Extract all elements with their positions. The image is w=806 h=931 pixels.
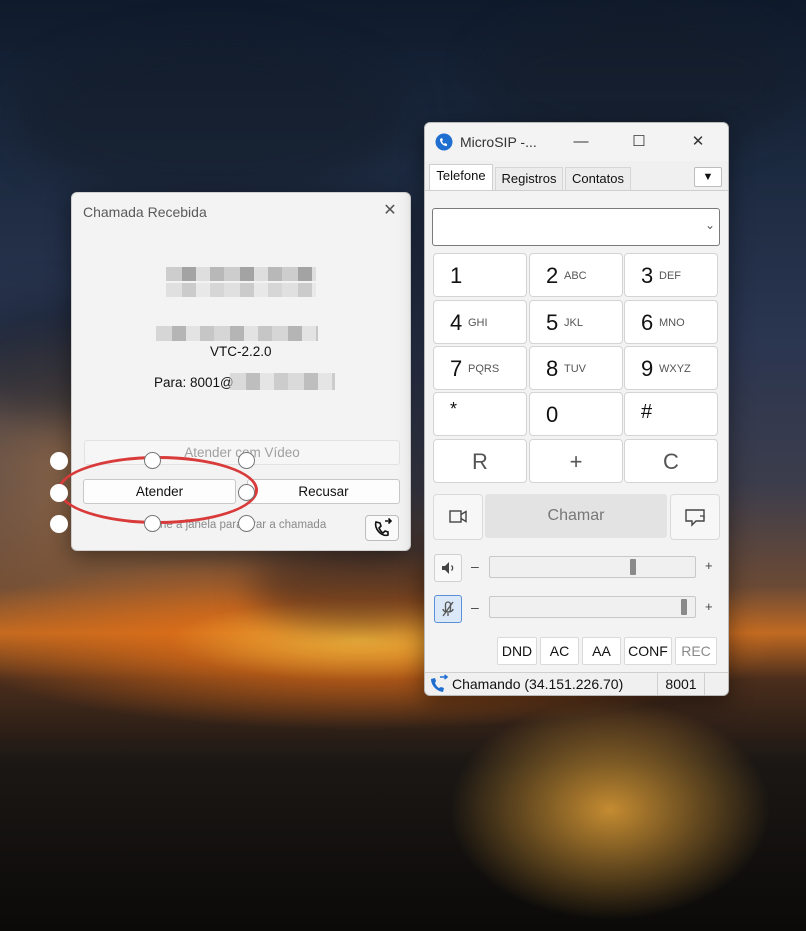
microphone-button[interactable] (434, 595, 462, 623)
speaker-minus: – (471, 558, 479, 574)
tab-contatos[interactable]: Contatos (565, 167, 631, 192)
auto-answer-button[interactable]: AA (582, 637, 621, 665)
key-2[interactable]: 2 ABC (529, 253, 623, 297)
speaker-button[interactable] (434, 554, 462, 582)
window-title: MicroSIP -... (460, 134, 537, 150)
key-7[interactable]: 7 PQRS (433, 346, 527, 390)
key-redial[interactable]: R (433, 439, 527, 483)
key-9[interactable]: 9 WXYZ (624, 346, 718, 390)
background-cloud (20, 40, 400, 200)
title-bar: MicroSIP -... — ☐ ✕ (425, 123, 728, 161)
tab-telefone[interactable]: Telefone (429, 164, 493, 192)
to-domain-redacted (230, 373, 335, 390)
selection-handle[interactable] (50, 515, 68, 533)
key-8[interactable]: 8 TUV (529, 346, 623, 390)
key-6[interactable]: 6 MNO (624, 300, 718, 344)
tab-registros[interactable]: Registros (495, 167, 563, 192)
mic-volume-slider[interactable] (489, 596, 696, 618)
selection-handle[interactable] (238, 515, 255, 532)
dialog-title: Chamada Recebida (83, 204, 207, 220)
speaker-icon (442, 562, 454, 574)
caller-name-redacted (166, 283, 316, 297)
tab-bar: Telefone Registros Contatos ▼ (425, 161, 728, 192)
chevron-down-icon[interactable]: ⌄ (705, 218, 715, 232)
key-4[interactable]: 4 GHI (433, 300, 527, 344)
microsip-logo-icon (435, 133, 453, 151)
key-star[interactable]: * (433, 392, 527, 436)
dnd-button[interactable]: DND (497, 637, 537, 665)
selection-handle[interactable] (50, 452, 68, 470)
call-button[interactable]: Chamar (485, 494, 667, 538)
caller-address-redacted (156, 326, 318, 341)
key-1[interactable]: 1 (433, 253, 527, 297)
key-clear[interactable]: C (624, 439, 718, 483)
dial-number-input[interactable]: ⌄ (432, 208, 720, 246)
message-button[interactable] (670, 494, 720, 540)
mic-plus: + (705, 599, 713, 614)
incoming-call-dialog: Chamada Recebida ✕ VTC-2.2.0 Para: 8001@… (50, 192, 411, 551)
video-camera-icon (449, 510, 467, 523)
selection-handle[interactable] (238, 452, 255, 469)
maximize-icon[interactable]: ☐ (619, 131, 659, 153)
selection-handle[interactable] (238, 484, 255, 501)
conference-button[interactable]: CONF (624, 637, 672, 665)
close-icon[interactable]: ✕ (678, 131, 718, 153)
key-hash[interactable]: # (624, 392, 718, 436)
status-bar: Chamando (34.151.226.70) 8001 (425, 672, 728, 695)
account-extension: 8001 (657, 673, 705, 695)
user-agent-text: VTC-2.2.0 (210, 344, 272, 359)
call-status-text: Chamando (34.151.226.70) (452, 676, 624, 692)
key-0[interactable]: 0 (529, 392, 623, 436)
tab-menu-button[interactable]: ▼ (694, 167, 722, 187)
decline-button[interactable]: Recusar (247, 479, 400, 504)
caller-name-redacted (166, 267, 316, 281)
calling-icon (431, 674, 449, 692)
selection-handle[interactable] (144, 452, 161, 469)
key-3[interactable]: 3 DEF (624, 253, 718, 297)
microsip-window: MicroSIP -... — ☐ ✕ Telefone Registros C… (424, 122, 729, 696)
key-5[interactable]: 5 JKL (529, 300, 623, 344)
mic-minus: – (471, 599, 479, 615)
microphone-muted-icon (442, 601, 454, 617)
speaker-plus: + (705, 558, 713, 573)
chat-bubble-icon (685, 509, 705, 527)
record-button[interactable]: REC (675, 637, 717, 665)
video-call-button[interactable] (433, 494, 483, 540)
speaker-volume-thumb[interactable] (630, 559, 636, 575)
key-plus[interactable]: + (529, 439, 623, 483)
minimize-icon[interactable]: — (561, 131, 601, 153)
speaker-volume-slider[interactable] (489, 556, 696, 578)
mic-volume-thumb[interactable] (681, 599, 687, 615)
selection-handle[interactable] (144, 515, 161, 532)
phone-forward-icon (374, 517, 393, 537)
to-label: Para: 8001@ (154, 375, 234, 390)
transfer-button[interactable] (365, 515, 399, 541)
auto-conference-button[interactable]: AC (540, 637, 579, 665)
selection-handle[interactable] (50, 484, 68, 502)
phone-panel: ⌄ 1 2 ABC 3 DEF 4 GHI 5 JKL 6 MNO 7 PQRS 8 TUV … (425, 190, 728, 673)
close-icon[interactable]: ✕ (378, 199, 402, 223)
